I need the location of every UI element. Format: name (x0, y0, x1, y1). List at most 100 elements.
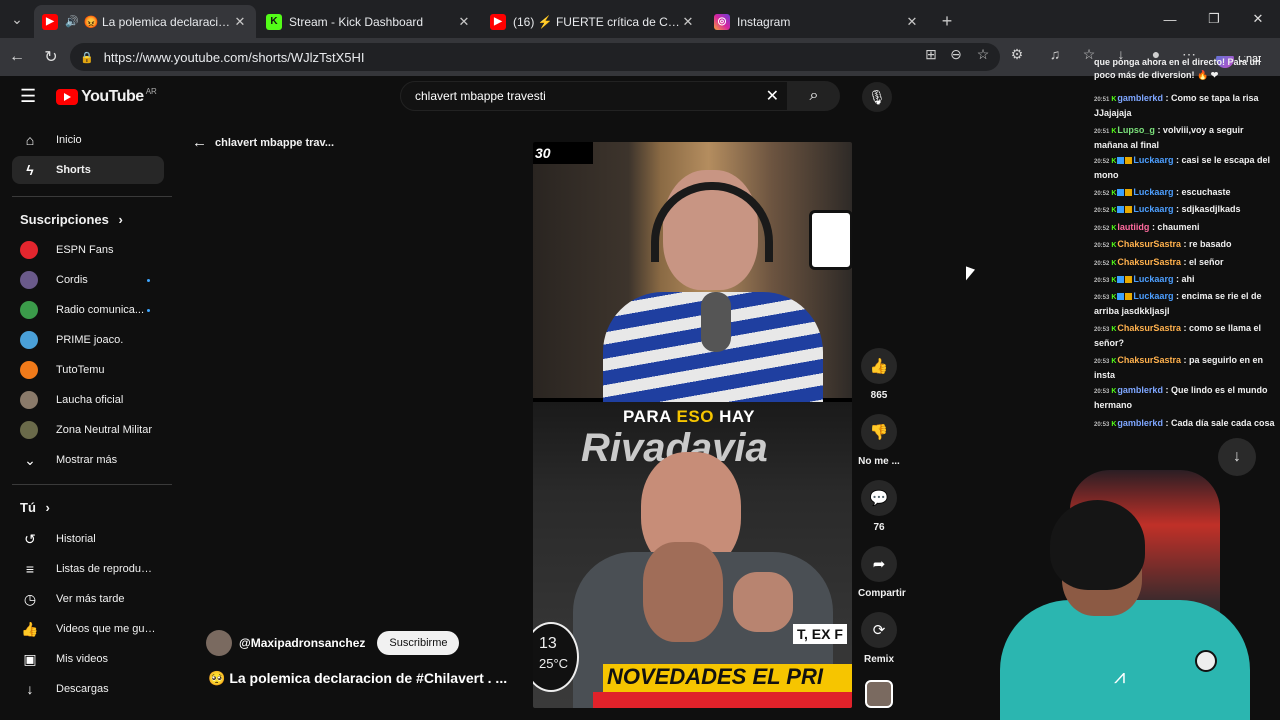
chat-username[interactable]: ChaksurSastra (1117, 355, 1181, 365)
chat-username[interactable]: Luckaarg (1133, 187, 1173, 197)
comment-icon[interactable]: 💬 (861, 480, 897, 516)
thumbs-down-icon[interactable]: 👎 (861, 414, 897, 450)
chat-username[interactable]: ChaksurSastra (1117, 239, 1181, 249)
chat-username[interactable]: Luckaarg (1133, 155, 1173, 165)
chat-username[interactable]: Luckaarg (1133, 204, 1173, 214)
youtube-logo-text[interactable]: YouTube (81, 88, 144, 106)
new-tab-button[interactable]: + (930, 5, 964, 38)
channel-name[interactable]: @Maxipadronsanchez (239, 636, 365, 650)
speaker-icon[interactable]: 🔊 (65, 15, 79, 28)
tab-kick-dashboard[interactable]: K Stream - Kick Dashboard ✕ (258, 5, 480, 38)
sidebar-item-download[interactable]: ↓ Descargas (12, 675, 164, 703)
channel-row: @Maxipadronsanchez Suscribirme (206, 630, 460, 656)
tab-search-button[interactable]: ⌄ (0, 0, 34, 38)
fist (733, 572, 793, 632)
reload-button[interactable]: ↻ (34, 40, 68, 74)
chat-username[interactable]: lautiidg (1117, 222, 1149, 232)
search-bar: chlavert mbappe travesti ✕ ⌕ (400, 81, 840, 111)
sidebar-item-playlist[interactable]: ≡ Listas de reproducc... (12, 555, 164, 583)
audio-thumbnail[interactable] (865, 680, 893, 708)
sound-thumbnail[interactable] (858, 680, 900, 708)
sidebar-subscription-item[interactable]: Cordis (12, 266, 164, 294)
favorite-star-icon[interactable]: ☆ (972, 46, 994, 63)
chat-message: 20:53 Kgamblerkd : Que lindo es el mundo … (1094, 384, 1278, 412)
chat-text: : escuchaste (1175, 187, 1231, 197)
close-tab-icon[interactable]: ✕ (456, 14, 472, 30)
channel-avatar[interactable] (206, 630, 232, 656)
extensions-icon[interactable]: ⚙ (1006, 46, 1028, 63)
sidebar-subscription-item[interactable]: Laucha oficial (12, 386, 164, 414)
subscriptions-header[interactable]: Suscripciones › (20, 212, 123, 227)
minimize-button[interactable]: — (1148, 0, 1192, 38)
chat-username[interactable]: ChaksurSastra (1117, 257, 1181, 267)
chat-timestamp: 20:53 (1094, 327, 1110, 333)
sidebar-item-like[interactable]: 👍 Videos que me gus... (12, 615, 164, 643)
clear-search-icon[interactable]: ✕ (766, 86, 779, 106)
sidebar-item-inicio[interactable]: ⌂ Inicio (12, 126, 164, 154)
remix-icon[interactable]: ⟳ (861, 612, 897, 648)
sidebar-subscription-item[interactable]: PRIME joaco. (12, 326, 164, 354)
comments-action[interactable]: 💬 76 (858, 480, 900, 533)
close-window-button[interactable]: ✕ (1236, 0, 1280, 38)
moderator-badge-icon (1117, 276, 1125, 284)
chat-username[interactable]: gamblerkd (1117, 93, 1163, 103)
show-more-button[interactable]: ⌄ Mostrar más (12, 446, 164, 474)
chat-timestamp: 20:53 (1094, 278, 1110, 284)
kick-badge-icon: K (1111, 294, 1117, 301)
media-icon[interactable]: ♫ (1044, 46, 1066, 62)
chat-text: : chaumeni (1151, 222, 1200, 232)
chat-message: 20:52 K Luckaarg : escuchaste (1094, 186, 1278, 201)
kick-icon: K (266, 13, 282, 30)
tab-youtube-chilavert[interactable]: ▶ (16) ⚡ FUERTE crítica de CHILAVERT ✕ (482, 5, 704, 38)
chat-username[interactable]: ChaksurSastra (1117, 323, 1181, 333)
close-tab-icon[interactable]: ✕ (680, 14, 696, 30)
moderator-badge-icon (1117, 189, 1125, 197)
banner-text: PARA ESO HAY (623, 407, 755, 427)
share-icon[interactable]: ➦ (861, 546, 897, 582)
sidebar-item-history[interactable]: ↺ Historial (12, 525, 164, 553)
zoom-icon[interactable]: ⊖ (945, 46, 967, 63)
back-to-search[interactable]: ← chlavert mbappe trav... (192, 134, 334, 151)
sidebar-subscription-item[interactable]: ESPN Fans (12, 236, 164, 264)
menu-icon[interactable]: ☰ (20, 86, 36, 107)
site-info-icon[interactable]: 🔒 (80, 51, 94, 64)
search-input[interactable]: chlavert mbappe travesti ✕ (400, 81, 788, 111)
app-icon[interactable]: ⊞ (920, 46, 942, 63)
chat-username[interactable]: Luckaarg (1133, 291, 1173, 301)
address-bar[interactable]: 🔒 https://www.youtube.com/shorts/WJlzTst… (70, 43, 1000, 71)
sidebar-subscription-item[interactable]: Zona Neutral Militar (12, 416, 164, 444)
video-title[interactable]: 🥺 La polemica declaracion de #Chilavert … (208, 670, 507, 687)
chat-username[interactable]: Luckaarg (1133, 274, 1173, 284)
share-action[interactable]: ➦ Compartir (858, 546, 906, 599)
sidebar-subscription-item[interactable]: TutoTemu (12, 356, 164, 384)
youtube-logo-icon[interactable] (56, 88, 79, 105)
search-button[interactable]: ⌕ (788, 81, 840, 111)
voice-search-button[interactable]: 🎙 (862, 82, 892, 112)
dislike-action[interactable]: 👎 No me ... (858, 414, 900, 467)
remix-action[interactable]: ⟳ Remix (858, 612, 900, 665)
short-video-player[interactable]: 30 PARA ESO HAY Rivadavia 13 25°C T, EX … (533, 142, 852, 708)
maximize-button[interactable]: ❐ (1192, 0, 1236, 38)
thumbs-up-icon[interactable]: 👍 (861, 348, 897, 384)
chat-username[interactable]: gamblerkd (1117, 418, 1163, 428)
sidebar-subscription-item[interactable]: Radio comunica... (12, 296, 164, 324)
sidebar-item-clock[interactable]: ◷ Ver más tarde (12, 585, 164, 613)
subscribe-button[interactable]: Suscribirme (377, 631, 460, 655)
back-button[interactable]: ← (0, 40, 34, 74)
shorts-icon: ϟ (26, 162, 34, 178)
like-action[interactable]: 👍 865 (858, 348, 900, 401)
tab-instagram[interactable]: ◎ Instagram ✕ (706, 5, 928, 38)
chat-username[interactable]: gamblerkd (1117, 385, 1163, 395)
close-tab-icon[interactable]: ✕ (232, 14, 248, 30)
tab-youtube-short[interactable]: ▶ 🔊 😡 La polemica declaracion de #Chilav… (34, 5, 256, 38)
chat-message: 20:53 Kgamblerkd : Cada día sale cada cos… (1094, 417, 1278, 432)
like-icon: 👍 (21, 620, 39, 637)
channel-avatar (20, 271, 38, 289)
chat-username[interactable]: Lupso_g (1117, 125, 1155, 135)
sidebar-item-shorts[interactable]: ϟ Shorts (12, 156, 164, 184)
you-header[interactable]: Tú › (20, 500, 50, 515)
close-tab-icon[interactable]: ✕ (904, 14, 920, 30)
sidebar-item-video[interactable]: ▣ Mis videos (12, 645, 164, 673)
chat-text: : Cada día sale cada cosa (1165, 418, 1275, 428)
home-icon: ⌂ (25, 132, 35, 148)
